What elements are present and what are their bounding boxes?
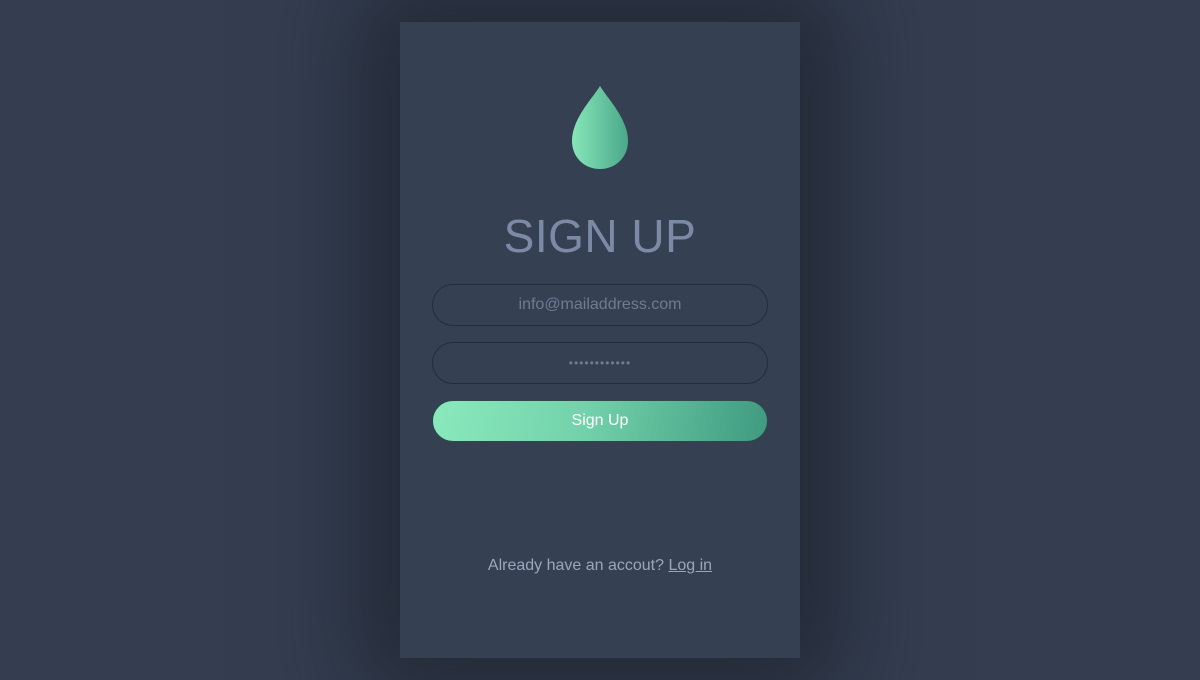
login-prompt: Already have an accout? Log in xyxy=(400,557,800,575)
signup-card: SIGN UP Sign Up Already have an accout? … xyxy=(400,22,800,658)
email-field[interactable] xyxy=(432,284,768,326)
password-field[interactable] xyxy=(432,342,768,384)
signup-button[interactable]: Sign Up xyxy=(432,400,768,442)
login-link[interactable]: Log in xyxy=(668,557,712,574)
page-background: SIGN UP Sign Up Already have an accout? … xyxy=(0,0,1200,680)
login-prompt-text: Already have an accout? xyxy=(487,557,665,574)
page-title: SIGN UP xyxy=(503,210,697,262)
water-drop-icon xyxy=(570,85,630,171)
